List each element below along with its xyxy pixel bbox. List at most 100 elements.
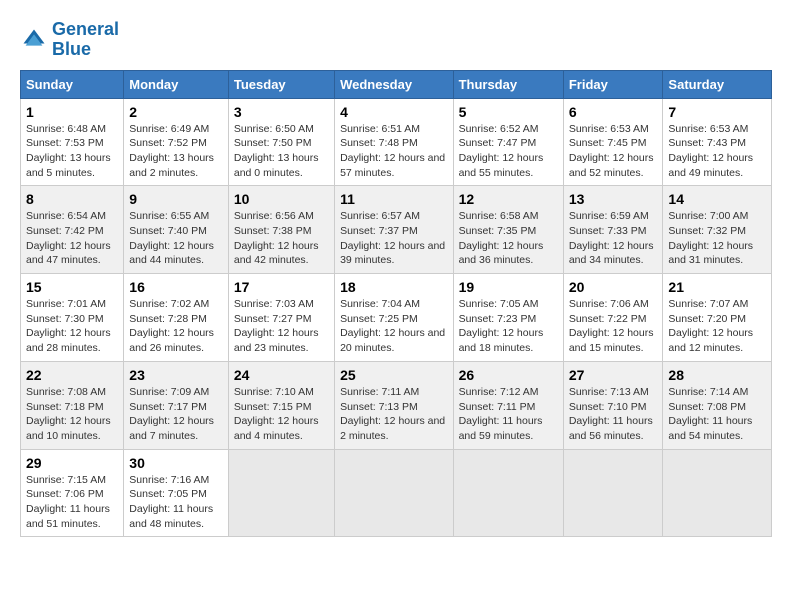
sunrise-label: Sunrise: 7:03 AM <box>234 298 314 310</box>
day-info: Sunrise: 7:16 AM Sunset: 7:05 PM Dayligh… <box>129 473 223 532</box>
calendar-cell: 5 Sunrise: 6:52 AM Sunset: 7:47 PM Dayli… <box>453 98 563 186</box>
day-info: Sunrise: 7:01 AM Sunset: 7:30 PM Dayligh… <box>26 297 118 356</box>
sunrise-label: Sunrise: 7:16 AM <box>129 474 209 486</box>
day-info: Sunrise: 7:10 AM Sunset: 7:15 PM Dayligh… <box>234 385 329 444</box>
day-number: 24 <box>234 367 329 383</box>
sunset-label: Sunset: 7:33 PM <box>569 225 647 237</box>
daylight-label: Daylight: 12 hours and 31 minutes. <box>668 240 753 267</box>
day-info: Sunrise: 7:08 AM Sunset: 7:18 PM Dayligh… <box>26 385 118 444</box>
calendar-cell: 2 Sunrise: 6:49 AM Sunset: 7:52 PM Dayli… <box>124 98 229 186</box>
calendar-cell: 4 Sunrise: 6:51 AM Sunset: 7:48 PM Dayli… <box>335 98 453 186</box>
calendar-table: SundayMondayTuesdayWednesdayThursdayFrid… <box>20 70 772 538</box>
sunset-label: Sunset: 7:38 PM <box>234 225 312 237</box>
day-number: 15 <box>26 279 118 295</box>
calendar-cell: 23 Sunrise: 7:09 AM Sunset: 7:17 PM Dayl… <box>124 361 229 449</box>
day-info: Sunrise: 6:59 AM Sunset: 7:33 PM Dayligh… <box>569 209 658 268</box>
day-number: 27 <box>569 367 658 383</box>
daylight-label: Daylight: 11 hours and 48 minutes. <box>129 503 213 530</box>
calendar-cell: 14 Sunrise: 7:00 AM Sunset: 7:32 PM Dayl… <box>663 186 772 274</box>
sunset-label: Sunset: 7:32 PM <box>668 225 746 237</box>
calendar-cell: 12 Sunrise: 6:58 AM Sunset: 7:35 PM Dayl… <box>453 186 563 274</box>
day-info: Sunrise: 7:09 AM Sunset: 7:17 PM Dayligh… <box>129 385 223 444</box>
calendar-cell: 26 Sunrise: 7:12 AM Sunset: 7:11 PM Dayl… <box>453 361 563 449</box>
calendar-cell: 1 Sunrise: 6:48 AM Sunset: 7:53 PM Dayli… <box>21 98 124 186</box>
calendar-cell <box>663 449 772 537</box>
sunrise-label: Sunrise: 7:05 AM <box>459 298 539 310</box>
day-number: 9 <box>129 191 223 207</box>
column-header-monday: Monday <box>124 70 229 98</box>
sunrise-label: Sunrise: 7:09 AM <box>129 386 209 398</box>
daylight-label: Daylight: 12 hours and 15 minutes. <box>569 327 654 354</box>
day-info: Sunrise: 7:11 AM Sunset: 7:13 PM Dayligh… <box>340 385 447 444</box>
header: GeneralBlue <box>20 20 772 60</box>
daylight-label: Daylight: 13 hours and 2 minutes. <box>129 152 214 179</box>
week-row-1: 1 Sunrise: 6:48 AM Sunset: 7:53 PM Dayli… <box>21 98 772 186</box>
sunrise-label: Sunrise: 7:15 AM <box>26 474 106 486</box>
calendar-cell <box>228 449 334 537</box>
sunrise-label: Sunrise: 6:51 AM <box>340 123 420 135</box>
sunset-label: Sunset: 7:53 PM <box>26 137 104 149</box>
day-number: 19 <box>459 279 558 295</box>
week-row-3: 15 Sunrise: 7:01 AM Sunset: 7:30 PM Dayl… <box>21 274 772 362</box>
calendar-cell: 13 Sunrise: 6:59 AM Sunset: 7:33 PM Dayl… <box>563 186 663 274</box>
day-info: Sunrise: 7:04 AM Sunset: 7:25 PM Dayligh… <box>340 297 447 356</box>
day-number: 21 <box>668 279 766 295</box>
calendar-cell: 17 Sunrise: 7:03 AM Sunset: 7:27 PM Dayl… <box>228 274 334 362</box>
daylight-label: Daylight: 11 hours and 51 minutes. <box>26 503 110 530</box>
calendar-cell: 22 Sunrise: 7:08 AM Sunset: 7:18 PM Dayl… <box>21 361 124 449</box>
sunrise-label: Sunrise: 7:02 AM <box>129 298 209 310</box>
day-info: Sunrise: 7:05 AM Sunset: 7:23 PM Dayligh… <box>459 297 558 356</box>
day-number: 18 <box>340 279 447 295</box>
logo: GeneralBlue <box>20 20 119 60</box>
sunrise-label: Sunrise: 6:48 AM <box>26 123 106 135</box>
sunrise-label: Sunrise: 7:14 AM <box>668 386 748 398</box>
calendar-cell: 18 Sunrise: 7:04 AM Sunset: 7:25 PM Dayl… <box>335 274 453 362</box>
column-header-saturday: Saturday <box>663 70 772 98</box>
daylight-label: Daylight: 12 hours and 20 minutes. <box>340 327 445 354</box>
sunrise-label: Sunrise: 6:50 AM <box>234 123 314 135</box>
day-info: Sunrise: 7:07 AM Sunset: 7:20 PM Dayligh… <box>668 297 766 356</box>
sunrise-label: Sunrise: 7:01 AM <box>26 298 106 310</box>
day-number: 12 <box>459 191 558 207</box>
sunset-label: Sunset: 7:40 PM <box>129 225 207 237</box>
calendar-cell: 21 Sunrise: 7:07 AM Sunset: 7:20 PM Dayl… <box>663 274 772 362</box>
daylight-label: Daylight: 12 hours and 57 minutes. <box>340 152 445 179</box>
column-header-thursday: Thursday <box>453 70 563 98</box>
day-info: Sunrise: 6:55 AM Sunset: 7:40 PM Dayligh… <box>129 209 223 268</box>
sunset-label: Sunset: 7:10 PM <box>569 401 647 413</box>
day-number: 2 <box>129 104 223 120</box>
daylight-label: Daylight: 12 hours and 18 minutes. <box>459 327 544 354</box>
daylight-label: Daylight: 12 hours and 26 minutes. <box>129 327 214 354</box>
sunrise-label: Sunrise: 7:11 AM <box>340 386 419 398</box>
daylight-label: Daylight: 11 hours and 59 minutes. <box>459 415 543 442</box>
calendar-cell: 11 Sunrise: 6:57 AM Sunset: 7:37 PM Dayl… <box>335 186 453 274</box>
sunset-label: Sunset: 7:42 PM <box>26 225 104 237</box>
day-number: 26 <box>459 367 558 383</box>
sunset-label: Sunset: 7:45 PM <box>569 137 647 149</box>
day-info: Sunrise: 6:53 AM Sunset: 7:45 PM Dayligh… <box>569 122 658 181</box>
day-number: 5 <box>459 104 558 120</box>
daylight-label: Daylight: 12 hours and 49 minutes. <box>668 152 753 179</box>
week-row-5: 29 Sunrise: 7:15 AM Sunset: 7:06 PM Dayl… <box>21 449 772 537</box>
daylight-label: Daylight: 12 hours and 4 minutes. <box>234 415 319 442</box>
logo-icon <box>20 26 48 54</box>
calendar-cell: 6 Sunrise: 6:53 AM Sunset: 7:45 PM Dayli… <box>563 98 663 186</box>
calendar-cell: 27 Sunrise: 7:13 AM Sunset: 7:10 PM Dayl… <box>563 361 663 449</box>
day-number: 20 <box>569 279 658 295</box>
day-info: Sunrise: 7:13 AM Sunset: 7:10 PM Dayligh… <box>569 385 658 444</box>
day-info: Sunrise: 6:57 AM Sunset: 7:37 PM Dayligh… <box>340 209 447 268</box>
sunrise-label: Sunrise: 7:06 AM <box>569 298 649 310</box>
sunrise-label: Sunrise: 7:10 AM <box>234 386 314 398</box>
day-info: Sunrise: 6:56 AM Sunset: 7:38 PM Dayligh… <box>234 209 329 268</box>
daylight-label: Daylight: 12 hours and 39 minutes. <box>340 240 445 267</box>
calendar-cell: 3 Sunrise: 6:50 AM Sunset: 7:50 PM Dayli… <box>228 98 334 186</box>
sunrise-label: Sunrise: 7:04 AM <box>340 298 420 310</box>
sunset-label: Sunset: 7:20 PM <box>668 313 746 325</box>
daylight-label: Daylight: 12 hours and 23 minutes. <box>234 327 319 354</box>
sunrise-label: Sunrise: 6:58 AM <box>459 210 539 222</box>
sunset-label: Sunset: 7:50 PM <box>234 137 312 149</box>
sunrise-label: Sunrise: 6:59 AM <box>569 210 649 222</box>
sunset-label: Sunset: 7:37 PM <box>340 225 418 237</box>
day-number: 14 <box>668 191 766 207</box>
calendar-cell: 20 Sunrise: 7:06 AM Sunset: 7:22 PM Dayl… <box>563 274 663 362</box>
